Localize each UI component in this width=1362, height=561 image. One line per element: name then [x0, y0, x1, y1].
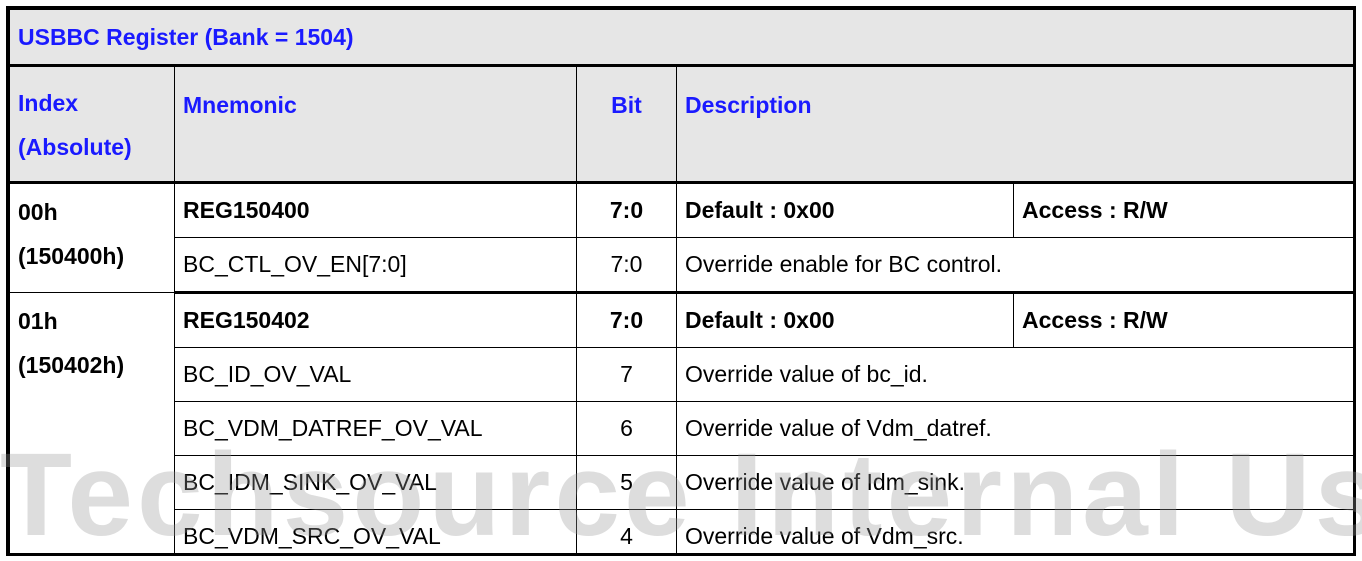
register-index-cell: 01h (150402h)	[9, 292, 175, 553]
register-index: 01h	[18, 308, 58, 334]
register-default: Default : 0x00	[676, 292, 1014, 348]
register-row: 00h (150400h) REG150400 7:0 Default : 0x…	[9, 182, 1353, 293]
header-mnemonic: Mnemonic	[174, 65, 577, 184]
register-bits: 7:0	[576, 292, 677, 348]
register-index: 00h	[18, 199, 58, 225]
field-description: Override enable for BC control.	[675, 237, 1353, 294]
field-mnemonic: BC_IDM_SINK_OV_VAL	[174, 455, 577, 510]
field-mnemonic: BC_VDM_SRC_OV_VAL	[174, 509, 577, 553]
field-bit: 7	[576, 347, 677, 402]
field-bit: 7:0	[576, 237, 677, 294]
field-bit: 5	[576, 455, 677, 510]
header-bit: Bit	[576, 65, 677, 184]
field-bit: 4	[576, 509, 677, 553]
register-table: USBBC Register (Bank = 1504) Index (Abso…	[9, 9, 1353, 553]
header-row: Index (Absolute) Mnemonic Bit Descriptio…	[9, 65, 1353, 184]
header-index: Index (Absolute)	[9, 65, 175, 184]
field-description: Override value of Vdm_datref.	[675, 401, 1353, 456]
register-index-cell: 00h (150400h)	[9, 182, 175, 293]
field-mnemonic: BC_VDM_DATREF_OV_VAL	[174, 401, 577, 456]
register-access: Access : R/W	[1012, 292, 1353, 348]
field-row: BC_CTL_OV_EN[7:0] 7:0 Override enable fo…	[10, 237, 1353, 294]
field-row: BC_ID_OV_VAL 7 Override value of bc_id.	[10, 347, 1353, 402]
field-mnemonic: BC_CTL_OV_EN[7:0]	[174, 237, 577, 294]
register-access: Access : R/W	[1012, 182, 1353, 238]
register-name: REG150402	[174, 292, 577, 348]
field-row: BC_VDM_DATREF_OV_VAL 6 Override value of…	[10, 401, 1353, 456]
field-description: Override value of bc_id.	[675, 347, 1353, 402]
register-absolute-address: (150400h)	[18, 243, 125, 269]
register-table-frame: USBBC Register (Bank = 1504) Index (Abso…	[6, 6, 1356, 556]
field-row: BC_VDM_SRC_OV_VAL 4 Override value of Vd…	[10, 509, 1353, 553]
register-name: REG150400	[174, 182, 577, 238]
field-row: BC_IDM_SINK_OV_VAL 5 Override value of I…	[10, 455, 1353, 510]
table-title: USBBC Register (Bank = 1504)	[9, 9, 1353, 67]
register-bits: 7:0	[576, 182, 677, 238]
header-description: Description	[675, 65, 1353, 184]
table-title-row: USBBC Register (Bank = 1504)	[9, 9, 1353, 67]
field-description: Override value of Idm_sink.	[675, 455, 1353, 510]
register-absolute-address: (150402h)	[18, 352, 125, 378]
register-default: Default : 0x00	[676, 182, 1014, 238]
field-description: Override value of Vdm_src.	[675, 509, 1353, 553]
field-mnemonic: BC_ID_OV_VAL	[174, 347, 577, 402]
register-row: 01h (150402h) REG150402 7:0 Default : 0x…	[9, 292, 1353, 553]
field-bit: 6	[576, 401, 677, 456]
